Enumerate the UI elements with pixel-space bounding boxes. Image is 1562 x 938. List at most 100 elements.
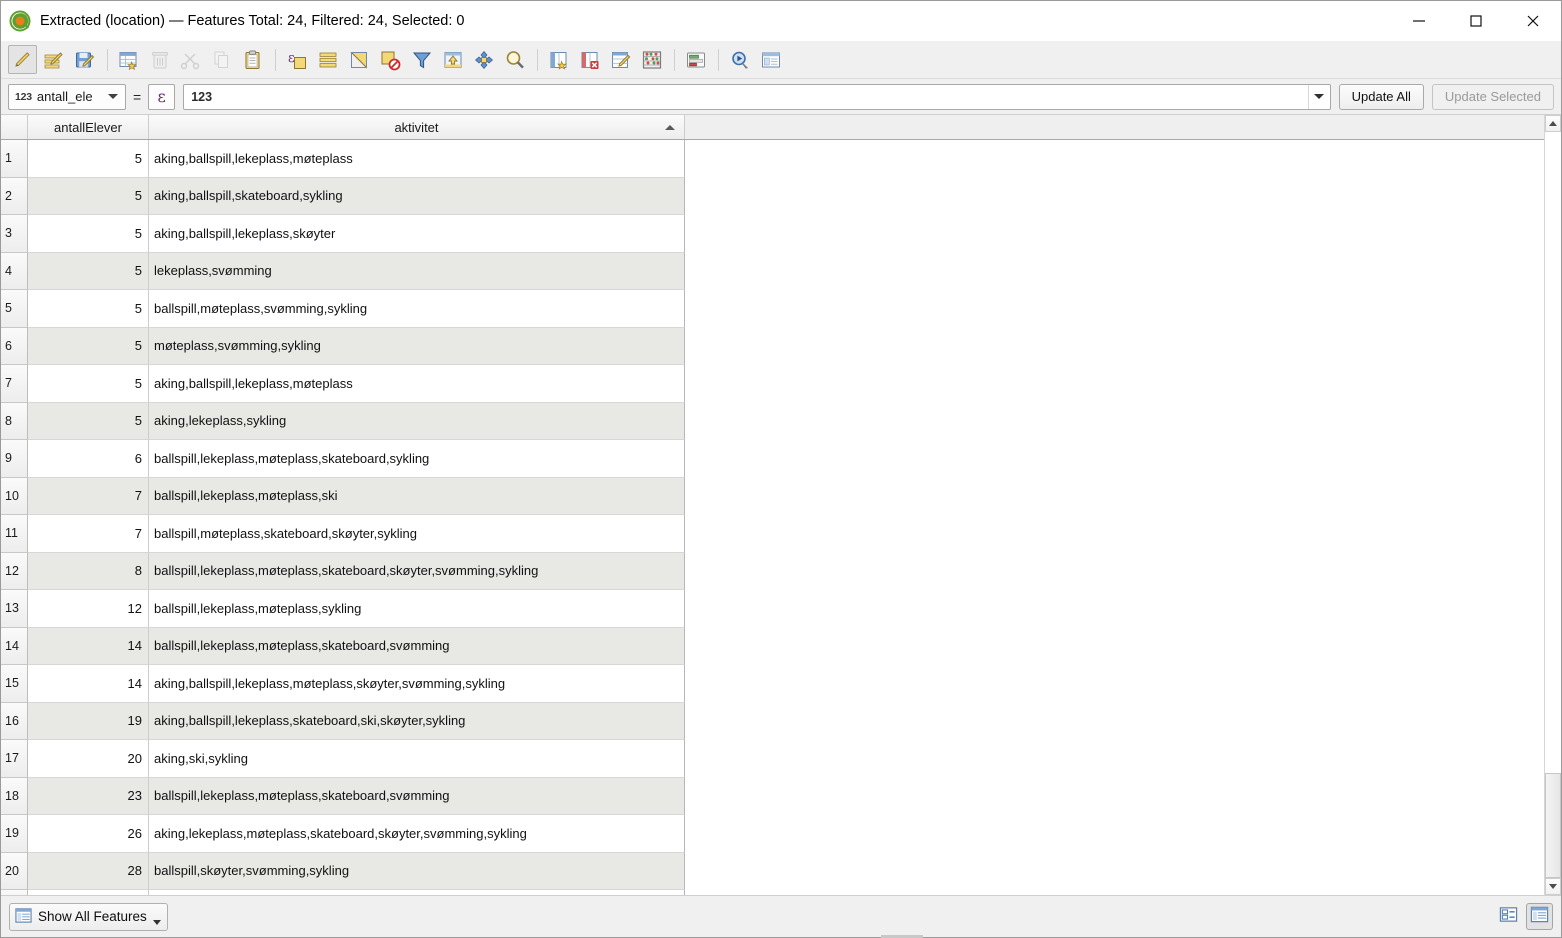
cell-aktivitet[interactable]: ballspill,lekeplass,møteplass,skateboard… (149, 552, 685, 590)
table-view-button[interactable] (1526, 903, 1553, 930)
form-view-button[interactable] (1495, 903, 1522, 930)
pan-map-icon[interactable] (469, 45, 498, 74)
cell-antallElever[interactable]: 6 (28, 440, 149, 478)
cell-antallElever[interactable]: 23 (28, 777, 149, 815)
cell-aktivitet[interactable]: møteplass,svømming,sykling (149, 327, 685, 365)
row-number-cell[interactable]: 3 (1, 215, 28, 253)
cell-aktivitet[interactable]: ballspill,lekeplass,møteplass,skateboard… (149, 440, 685, 478)
cell-aktivitet[interactable]: aking,ballspill,lekeplass,skateboard,ski… (149, 702, 685, 740)
table-row[interactable]: 2 5 aking,ballspill,skateboard,sykling (1, 177, 1544, 215)
row-number-cell[interactable]: 20 (1, 852, 28, 890)
deselect-all-icon[interactable] (375, 45, 404, 74)
minimize-icon[interactable] (1390, 1, 1447, 41)
table-row[interactable]: 18 23 ballspill,lekeplass,møteplass,skateb… (1, 777, 1544, 815)
row-number-cell[interactable]: 18 (1, 777, 28, 815)
dock-window-icon[interactable] (756, 45, 785, 74)
row-number-cell[interactable]: 16 (1, 702, 28, 740)
cell-aktivitet[interactable]: aking,ballspill,lekeplass,møteplass (149, 365, 685, 403)
row-number-cell[interactable]: 1 (1, 140, 28, 178)
maximize-icon[interactable] (1447, 1, 1504, 41)
cell-aktivitet[interactable]: ballspill,møteplass,svømming,sykling (149, 290, 685, 328)
cell-aktivitet[interactable]: aking,lekeplass,sykling (149, 402, 685, 440)
move-to-top-icon[interactable] (438, 45, 467, 74)
cell-antallElever[interactable]: 14 (28, 627, 149, 665)
row-number-cell[interactable]: 12 (1, 552, 28, 590)
column-header-aktivitet[interactable]: aktivitet (149, 115, 685, 139)
row-number-cell[interactable]: 6 (1, 327, 28, 365)
scrollbar-track[interactable] (1545, 132, 1561, 878)
scroll-up-icon[interactable] (1545, 115, 1561, 132)
cell-antallElever[interactable]: 12 (28, 590, 149, 628)
cell-aktivitet[interactable]: aking,ballspill,skateboard,sykling (149, 177, 685, 215)
cell-antallElever[interactable]: 7 (28, 477, 149, 515)
scrollbar-thumb[interactable] (1545, 773, 1561, 878)
save-floppy-icon[interactable] (70, 45, 99, 74)
table-corner-header[interactable] (1, 115, 28, 139)
expression-input[interactable] (184, 88, 1308, 105)
abacus-icon[interactable] (637, 45, 666, 74)
close-icon[interactable] (1504, 1, 1561, 41)
table-row[interactable]: 8 5 aking,lekeplass,sykling (1, 402, 1544, 440)
field-calculator-icon[interactable] (606, 45, 635, 74)
field-select-dropdown[interactable]: 123 antall_ele (8, 83, 126, 110)
expression-history-dropdown[interactable] (1307, 84, 1330, 109)
epsilon-select-icon[interactable]: ε (282, 45, 311, 74)
cell-antallElever[interactable]: 26 (28, 815, 149, 853)
row-number-cell[interactable]: 14 (1, 627, 28, 665)
show-all-features-button[interactable]: Show All Features (9, 902, 168, 931)
cell-antallElever[interactable]: 5 (28, 177, 149, 215)
new-table-row-icon[interactable] (114, 45, 143, 74)
table-row[interactable]: 9 6 ballspill,lekeplass,møteplass,skateboa… (1, 440, 1544, 478)
table-row[interactable]: 4 5 lekeplass,svømming (1, 252, 1544, 290)
cell-aktivitet[interactable]: ballspill,lekeplass,møteplass,skateboard… (149, 627, 685, 665)
new-column-icon[interactable] (544, 45, 573, 74)
table-row[interactable]: 7 5 aking,ballspill,lekeplass,møteplass (1, 365, 1544, 403)
update-all-button[interactable]: Update All (1338, 83, 1424, 110)
vertical-scrollbar[interactable] (1544, 115, 1561, 895)
table-row[interactable]: 11 7 ballspill,møteplass,skateboard,skøyte… (1, 515, 1544, 553)
cell-aktivitet[interactable]: aking,ballspill,lekeplass,møteplass,skøy… (149, 665, 685, 703)
cell-aktivitet[interactable]: aking,ballspill,lekeplass,møteplass (149, 140, 685, 178)
table-row[interactable]: 19 26 aking,lekeplass,møteplass,skateboard… (1, 815, 1544, 853)
row-number-cell[interactable]: 8 (1, 402, 28, 440)
scroll-down-icon[interactable] (1545, 878, 1561, 895)
toggle-editing-button[interactable] (8, 45, 37, 74)
delete-column-icon[interactable] (575, 45, 604, 74)
table-row[interactable]: 6 5 møteplass,svømming,sykling (1, 327, 1544, 365)
expression-builder-button[interactable]: ε (148, 83, 176, 110)
cell-antallElever[interactable]: 5 (28, 365, 149, 403)
row-number-cell[interactable]: 13 (1, 590, 28, 628)
cell-aktivitet[interactable]: aking,ski,sykling (149, 740, 685, 778)
cell-antallElever[interactable]: 5 (28, 290, 149, 328)
cell-antallElever[interactable]: 5 (28, 402, 149, 440)
row-number-cell[interactable]: 7 (1, 365, 28, 403)
cell-aktivitet[interactable]: aking,lekeplass,møteplass,skateboard,skø… (149, 815, 685, 853)
table-row[interactable]: 13 12 ballspill,lekeplass,møteplass,syklin… (1, 590, 1544, 628)
row-number-cell[interactable]: 4 (1, 252, 28, 290)
cell-antallElever[interactable]: 28 (28, 852, 149, 890)
table-row[interactable]: 17 20 aking,ski,sykling (1, 740, 1544, 778)
cell-antallElever[interactable]: 5 (28, 215, 149, 253)
cell-aktivitet[interactable]: ballspill,møteplass,skateboard,skøyter,s… (149, 515, 685, 553)
table-row[interactable]: 16 19 aking,ballspill,lekeplass,skateboard… (1, 702, 1544, 740)
table-row[interactable]: 5 5 ballspill,møteplass,svømming,sykling (1, 290, 1544, 328)
filter-funnel-icon[interactable] (407, 45, 436, 74)
multi-edit-icon[interactable] (39, 45, 68, 74)
row-number-cell[interactable]: 2 (1, 177, 28, 215)
row-number-cell[interactable]: 17 (1, 740, 28, 778)
table-row[interactable]: 20 28 ballspill,skøyter,svømming,sykling (1, 852, 1544, 890)
cell-aktivitet[interactable]: lekeplass,svømming (149, 252, 685, 290)
cell-antallElever[interactable]: 14 (28, 665, 149, 703)
cell-antallElever[interactable]: 5 (28, 140, 149, 178)
row-number-cell[interactable]: 15 (1, 665, 28, 703)
zoom-magnifier-icon[interactable] (500, 45, 529, 74)
cell-antallElever[interactable]: 5 (28, 327, 149, 365)
table-row[interactable]: 1 5 aking,ballspill,lekeplass,møteplass (1, 140, 1544, 178)
row-number-cell[interactable]: 11 (1, 515, 28, 553)
row-number-cell[interactable]: 19 (1, 815, 28, 853)
table-row[interactable]: 3 5 aking,ballspill,lekeplass,skøyter (1, 215, 1544, 253)
cell-antallElever[interactable]: 20 (28, 740, 149, 778)
cell-aktivitet[interactable]: ballspill,lekeplass,møteplass,ski (149, 477, 685, 515)
table-row[interactable]: 15 14 aking,ballspill,lekeplass,møteplass,… (1, 665, 1544, 703)
cell-antallElever[interactable]: 5 (28, 252, 149, 290)
